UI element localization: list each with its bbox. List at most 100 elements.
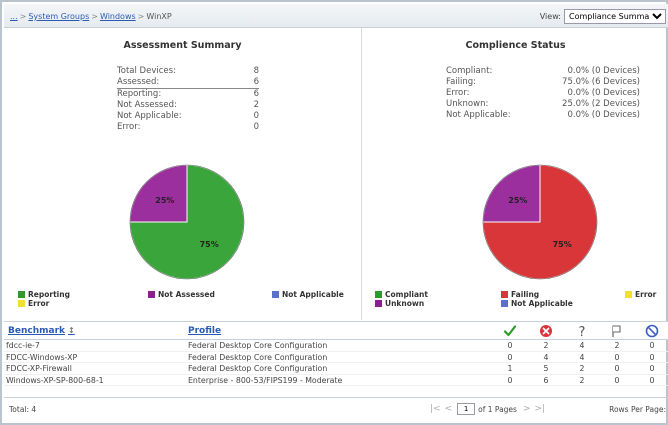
stat-row-assessed: Assessed: 6 [117, 77, 259, 89]
count-cell: 0 [649, 375, 655, 385]
pie-slice-label: 25% [155, 196, 174, 205]
profile-cell: Federal Desktop Core Configuration [188, 364, 328, 373]
stat-label: Compliant: [446, 66, 493, 76]
profile-cell: Enterprise - 800-53/FIPS199 - Moderate [188, 375, 343, 385]
table-row[interactable]: Windows-XP-SP-800-68-1 Enterprise - 800-… [4, 375, 668, 386]
stat-value: 0 [253, 122, 259, 132]
benchmark-table: Benchmark ↕ Profile ? fdcc-ie-7 Federal … [4, 321, 668, 415]
fail-icon[interactable] [539, 324, 553, 338]
compliance-status-title: Complience Status [465, 40, 566, 51]
count-cell: 0 [649, 341, 655, 350]
check-icon[interactable] [503, 324, 517, 338]
stat-value: 2 [253, 100, 259, 110]
legend-item-failing: Failing [501, 290, 539, 299]
breadcrumb-separator: > [19, 12, 27, 21]
last-page-icon[interactable]: >| [535, 404, 546, 414]
assessment-pie-chart: 75% 25% [129, 164, 245, 280]
page-count-label: of 1 Pages [478, 404, 517, 414]
next-page-icon[interactable]: > [523, 404, 531, 414]
compliance-pie-chart: 75% 25% [482, 164, 598, 280]
legend-label: Failing [511, 290, 540, 299]
stat-row-not-assessed: Not Assessed: 2 [117, 100, 259, 111]
table-row[interactable]: FDCC-Windows-XP Federal Desktop Core Con… [4, 352, 668, 363]
legend-label: Unknown [385, 299, 425, 308]
view-label: View: [539, 12, 561, 21]
stat-value: 0.0% (0 Devices) [567, 110, 640, 120]
top-bar: ... > System Groups > Windows > WinXP View: Co… [4, 4, 668, 28]
profile-column-header[interactable]: Profile [188, 326, 221, 336]
count-cell: 6 [543, 375, 549, 385]
question-icon[interactable]: ? [575, 324, 589, 338]
breadcrumb-windows-link[interactable]: Windows [100, 12, 136, 21]
rows-per-page-label: Rows Per Page: [609, 405, 666, 414]
benchmark-column-header[interactable]: Benchmark ↕ [8, 326, 75, 336]
stat-label: Error: [117, 122, 141, 132]
count-cell: 1 [507, 364, 513, 373]
profile-cell: Federal Desktop Core Configuration [188, 341, 328, 350]
legend-item-not-assessed: Not Assessed [148, 290, 215, 299]
breadcrumb-system-groups-link[interactable]: System Groups [28, 12, 89, 21]
legend-label: Error [635, 290, 657, 299]
legend-item-error: Error [625, 290, 656, 299]
legend-swatch [501, 300, 508, 307]
stat-row-total-devices: Total Devices: 8 [117, 66, 259, 77]
count-cell: 2 [579, 364, 585, 373]
legend-label: Not Applicable [282, 290, 344, 299]
count-cell: 2 [614, 341, 620, 350]
breadcrumb-separator: > [91, 12, 98, 21]
pie-slice-label: 75% [553, 240, 572, 249]
stat-label: Total Devices: [117, 66, 176, 76]
benchmark-cell: FDCC-Windows-XP [6, 352, 78, 362]
count-cell: 5 [543, 364, 549, 373]
stat-row-failing: Failing: 75.0% (6 Devices) [446, 77, 640, 88]
flag-icon[interactable] [610, 324, 624, 338]
compliance-status-panel: Complience Status Compliant: 0.0% (0 Devi… [363, 28, 668, 320]
legend-swatch [625, 291, 632, 298]
benchmark-cell: fdcc-ie-7 [6, 341, 40, 350]
stat-value: 25.0% (2 Devices) [562, 99, 640, 109]
stat-value: 6 [253, 89, 259, 99]
legend-swatch [148, 291, 155, 298]
count-cell: 2 [579, 375, 585, 385]
legend-item-unknown: Unknown [375, 299, 424, 308]
breadcrumb-separator: > [137, 12, 145, 21]
profile-cell: Federal Desktop Core Configuration [188, 352, 328, 362]
legend-swatch [272, 291, 279, 298]
stat-row-not-applicable: Not Applicable: 0.0% (0 Devices) [446, 110, 640, 121]
benchmark-cell: FDCC-XP-Firewall [6, 364, 72, 373]
legend-swatch [501, 291, 508, 298]
svg-text:?: ? [579, 325, 586, 338]
table-row[interactable]: FDCC-XP-Firewall Federal Desktop Core Co… [4, 363, 668, 375]
prev-page-icon[interactable]: < [445, 404, 453, 414]
page-number-input[interactable] [457, 403, 476, 415]
view-dropdown[interactable]: Compliance Summary [564, 9, 666, 24]
legend-swatch [375, 300, 382, 307]
assessment-summary-title: Assessment Summary [123, 40, 242, 51]
breadcrumb: ... > System Groups > Windows > WinXP [10, 12, 172, 21]
view-selector: View: Compliance Summary [540, 9, 666, 24]
count-cell: 0 [614, 375, 620, 385]
breadcrumb-current: WinXP [146, 12, 172, 21]
stat-value: 6 [253, 77, 259, 87]
stat-value: 0.0% (0 Devices) [567, 66, 640, 76]
compliance-stats: Compliant: 0.0% (0 Devices) Failing: 75.0%… [446, 66, 640, 121]
sort-icon[interactable]: ↕ [68, 326, 75, 335]
legend-swatch [18, 291, 25, 298]
table-header: Benchmark ↕ Profile ? [4, 321, 668, 340]
not-applicable-icon[interactable] [645, 324, 659, 338]
legend-label: Compliant [385, 290, 428, 299]
count-cell: 4 [543, 352, 549, 362]
table-row[interactable]: fdcc-ie-7 Federal Desktop Core Configura… [4, 340, 668, 352]
count-cell: 4 [579, 352, 585, 362]
count-cell: 0 [649, 364, 655, 373]
breadcrumb-ellipsis-link[interactable]: ... [10, 12, 18, 21]
count-cell: 0 [507, 341, 513, 350]
stat-label: Assessed: [117, 77, 160, 87]
stat-row-not-applicable: Not Applicable: 0 [117, 111, 259, 122]
stat-row-error: Error: 0.0% (0 Devices) [446, 88, 640, 99]
first-page-icon[interactable]: |< [430, 404, 441, 414]
pie-slice [129, 164, 188, 223]
stat-label: Error: [446, 88, 470, 98]
stat-value: 0 [253, 111, 259, 121]
count-cell: 0 [507, 352, 513, 362]
